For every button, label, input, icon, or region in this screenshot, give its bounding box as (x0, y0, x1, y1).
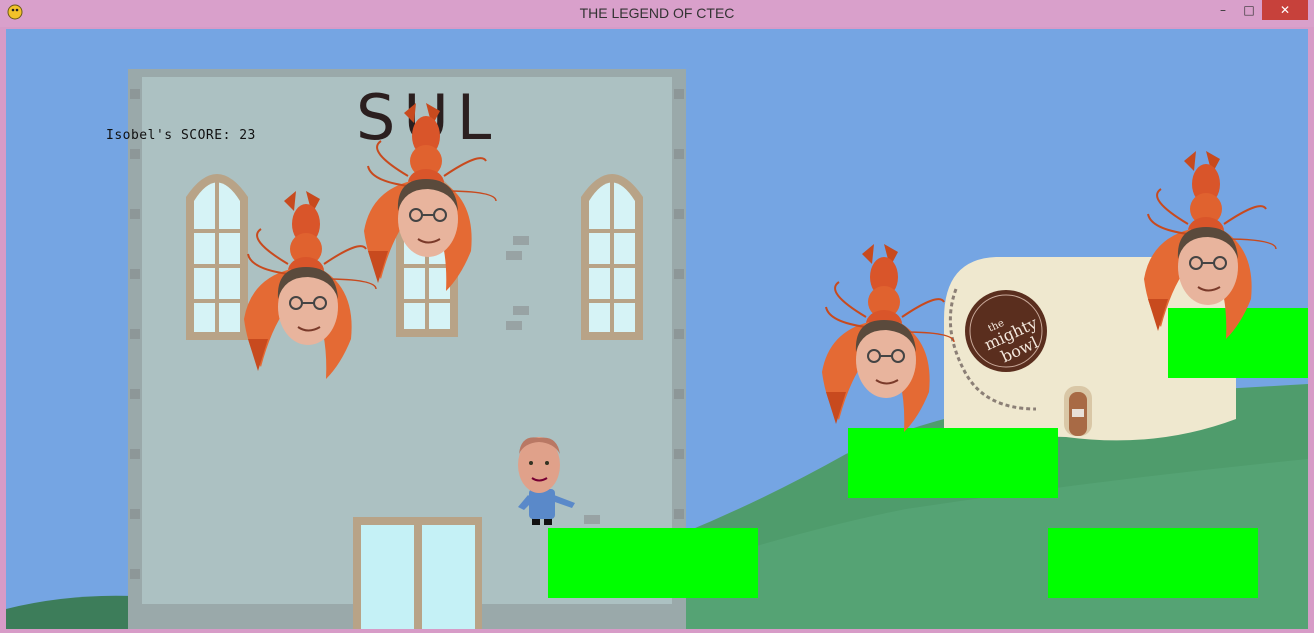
enemy-layer (243, 102, 1277, 433)
lobster-enemy (363, 102, 497, 292)
lobster-enemy (243, 190, 377, 380)
window-title: THE LEGEND OF CTEC (579, 5, 735, 21)
game-viewport[interactable]: the mighty bowl SUL Isobel's SCORE: 23 (6, 29, 1308, 629)
maximize-button[interactable]: □ (1236, 0, 1262, 20)
window-titlebar: THE LEGEND OF CTEC – □ ✕ (0, 0, 1314, 27)
minimize-button[interactable]: – (1210, 0, 1236, 20)
lobster-enemy (821, 243, 955, 433)
lobster-enemy (1143, 150, 1277, 340)
close-button[interactable]: ✕ (1262, 0, 1308, 20)
